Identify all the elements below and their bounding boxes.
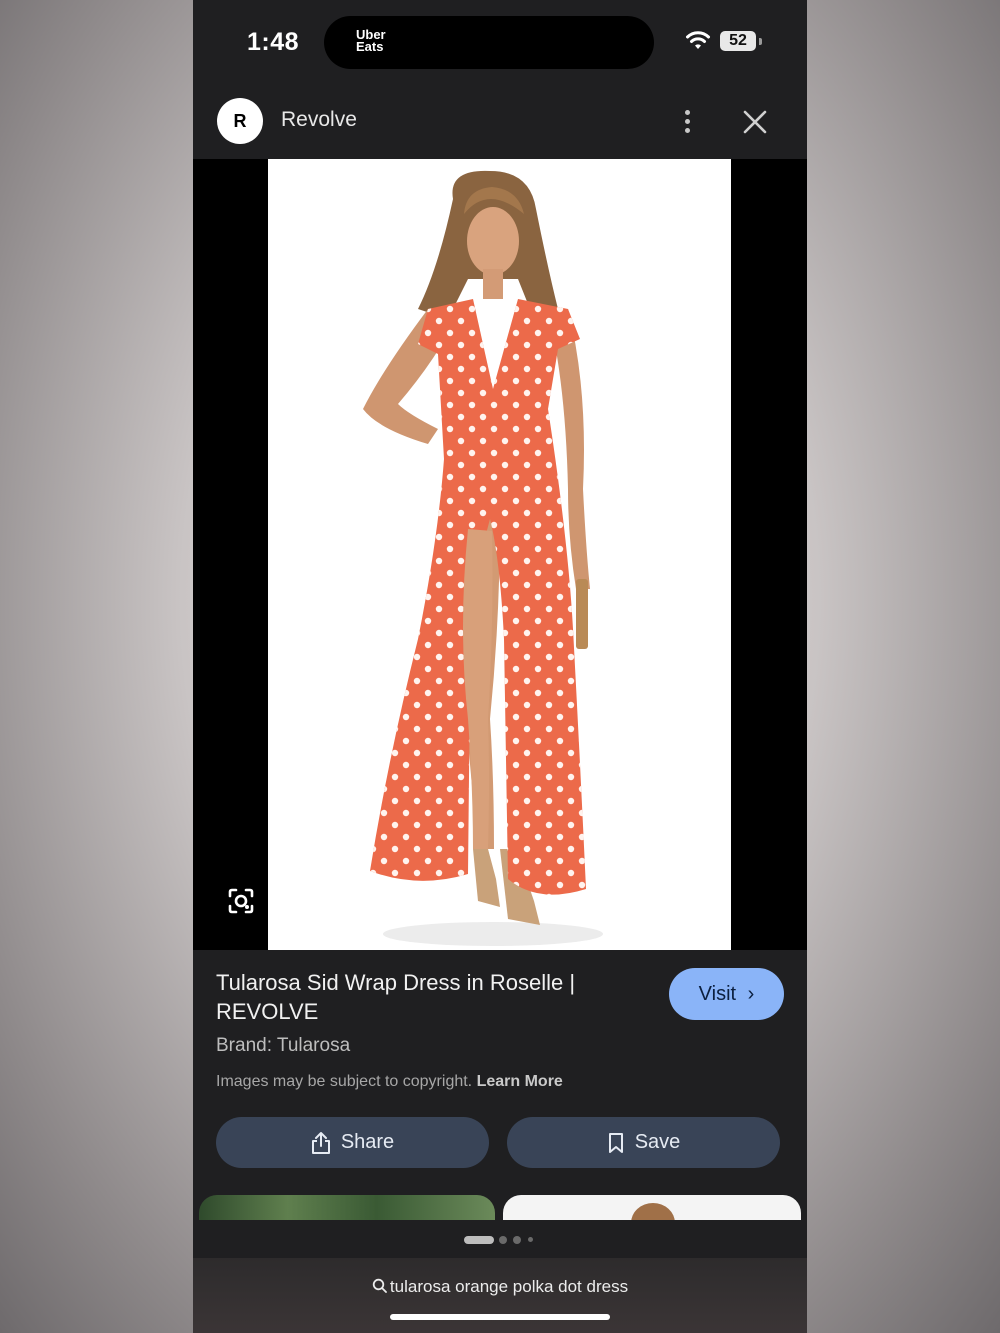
search-icon bbox=[372, 1278, 387, 1293]
lens-icon[interactable] bbox=[227, 887, 255, 915]
site-name[interactable]: Revolve bbox=[281, 108, 357, 132]
share-icon bbox=[311, 1131, 330, 1154]
visit-button[interactable]: Visit › bbox=[669, 968, 784, 1020]
learn-more-link[interactable]: Learn More bbox=[477, 1073, 563, 1090]
more-vert-icon[interactable] bbox=[673, 106, 701, 138]
visit-label: Visit bbox=[698, 983, 737, 1005]
product-image bbox=[268, 159, 731, 950]
share-label: Share bbox=[340, 1131, 395, 1153]
site-logo: R bbox=[217, 98, 263, 144]
wifi-icon bbox=[686, 31, 710, 49]
page-indicator bbox=[193, 1220, 807, 1258]
model-dress-illustration bbox=[363, 170, 603, 946]
brand-label: Brand: Tularosa bbox=[216, 1035, 351, 1056]
image-viewer[interactable] bbox=[193, 159, 807, 950]
bottom-search-bar: tularosa orange polka dot dress bbox=[193, 1258, 807, 1333]
page-dot[interactable] bbox=[513, 1236, 521, 1244]
save-label: Save bbox=[634, 1131, 681, 1153]
page-dot-active[interactable] bbox=[464, 1236, 494, 1244]
search-query: tularosa orange polka dot dress bbox=[389, 1277, 629, 1296]
battery-nub bbox=[759, 38, 762, 45]
status-bar: 1:48 Uber Eats 52 bbox=[193, 0, 807, 88]
result-title[interactable]: Tularosa Sid Wrap Dress in Roselle | REV… bbox=[216, 968, 646, 1026]
copyright-text: Images may be subject to copyright. bbox=[216, 1073, 473, 1090]
close-icon[interactable] bbox=[739, 106, 771, 138]
dynamic-island[interactable]: Uber Eats bbox=[324, 16, 654, 69]
result-header: R Revolve bbox=[193, 88, 807, 159]
live-activity-app-label: Uber Eats bbox=[356, 27, 386, 54]
share-button[interactable]: Share bbox=[216, 1117, 489, 1168]
battery-icon: 52 bbox=[720, 31, 756, 51]
search-query-field[interactable]: tularosa orange polka dot dress bbox=[193, 1277, 807, 1297]
status-time: 1:48 bbox=[247, 28, 300, 56]
phone-screen: 1:48 Uber Eats 52 R Revolve Tularosa Sid… bbox=[193, 0, 807, 1333]
page-dot[interactable] bbox=[499, 1236, 507, 1244]
page-dot[interactable] bbox=[528, 1237, 533, 1242]
chevron-right-icon: › bbox=[747, 983, 755, 1005]
copyright-notice: Images may be subject to copyright. Lear… bbox=[216, 1073, 563, 1091]
result-info-panel: Tularosa Sid Wrap Dress in Roselle | REV… bbox=[193, 950, 807, 1235]
save-button[interactable]: Save bbox=[507, 1117, 780, 1168]
bookmark-icon bbox=[608, 1132, 623, 1153]
home-indicator[interactable] bbox=[390, 1314, 610, 1320]
